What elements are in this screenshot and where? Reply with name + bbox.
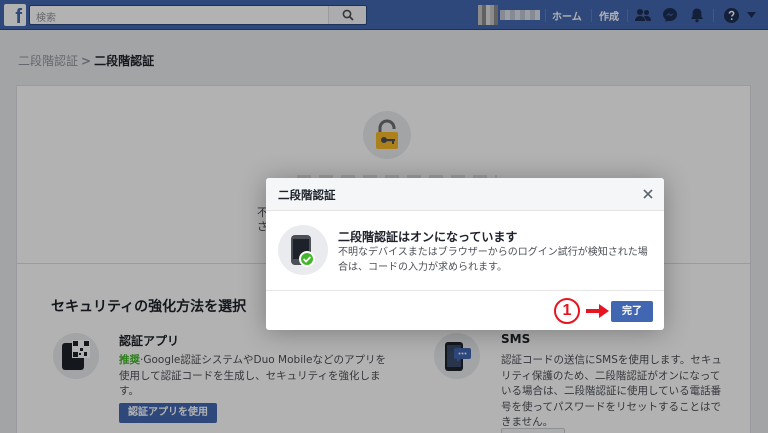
dialog-body: 二段階認証はオンになっています 不明なデバイスまたはブラウザーからのログイン試行…	[266, 211, 664, 291]
dialog-title: 二段階認証	[278, 188, 336, 202]
red-arrow-icon	[586, 304, 609, 318]
dialog-header: 二段階認証	[266, 178, 664, 211]
phone-checkmark-icon	[291, 235, 315, 267]
close-icon[interactable]	[640, 186, 656, 202]
done-button[interactable]: 完了	[611, 301, 653, 322]
step-number-annotation: 1	[554, 298, 580, 324]
dialog-description: 不明なデバイスまたはブラウザーからのログイン試行が検知された場合は、コードの入力…	[338, 247, 648, 273]
phone-illustration	[278, 225, 328, 275]
dialog-heading: 二段階認証はオンになっています	[338, 230, 518, 244]
